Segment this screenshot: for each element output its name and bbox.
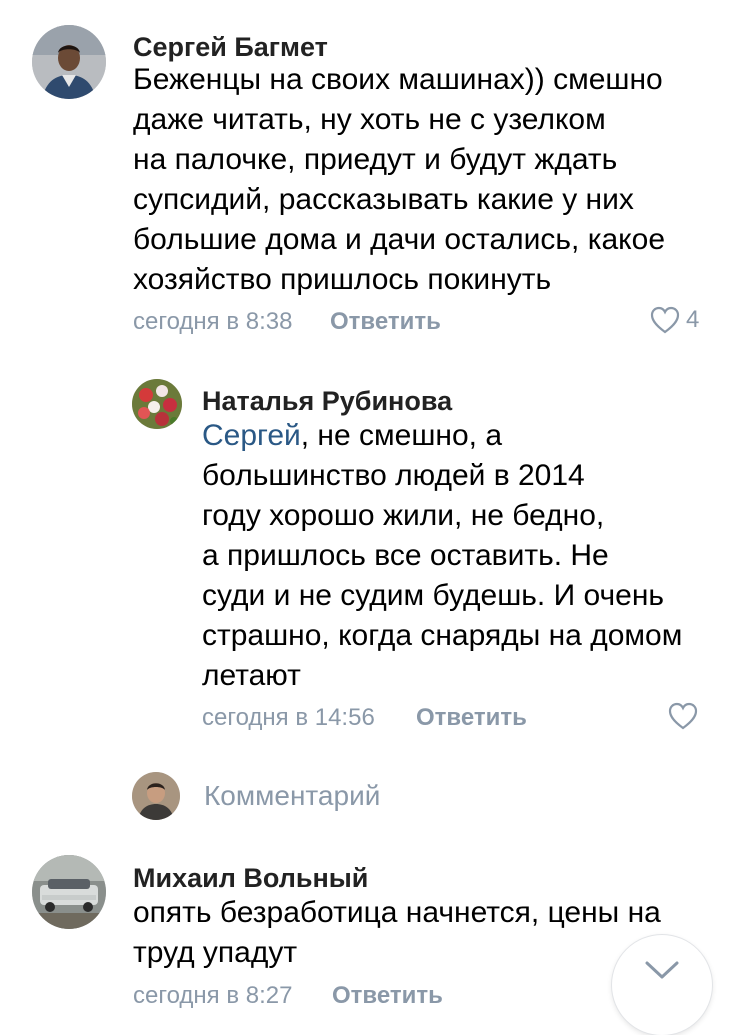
comment-line: на палочке, приедут и будут ждать [133, 143, 618, 176]
comment-line: хозяйство пришлось покинуть [133, 263, 552, 296]
avatar [132, 772, 180, 820]
comment-author[interactable]: Сергей Багмет [133, 32, 328, 63]
comment-line-rest: , не смешно, а [300, 419, 503, 452]
comment-input[interactable]: Комментарий [204, 780, 380, 812]
chevron-down-icon [645, 961, 679, 979]
person-photo-avatar-icon [32, 25, 106, 99]
comment-timestamp: сегодня в 8:38 [133, 308, 293, 335]
comment-line: большинство людей в 2014 [202, 459, 585, 492]
avatar[interactable] [132, 379, 182, 429]
comment-timestamp: сегодня в 14:56 [202, 704, 375, 731]
comment-line: труд упадут [133, 936, 298, 969]
comment-line: суди и не судим будешь. И очень [202, 579, 665, 612]
comment-line: а пришлось все оставить. Не [202, 539, 609, 572]
scroll-down-button[interactable] [612, 935, 712, 1035]
comment-line: супсидий, рассказывать какие у них [133, 183, 634, 216]
mention-link[interactable]: Сергей [202, 419, 301, 452]
user-photo-avatar-icon [132, 772, 180, 820]
comment-line: страшно, когда снаряды на домом [202, 619, 683, 652]
avatar[interactable] [32, 25, 106, 99]
comment-line: Сергей, не смешно, а [202, 416, 682, 456]
comment-line: даже читать, ну хоть не с узелком [133, 103, 606, 136]
reply-button[interactable]: Ответить [416, 704, 527, 732]
heart-icon [650, 306, 680, 334]
comment-line: летают [202, 659, 301, 692]
comment-text: опять безработица начнется, цены на труд… [133, 893, 661, 973]
avatar[interactable] [32, 855, 106, 929]
flowers-photo-avatar-icon [132, 379, 182, 429]
comment-text: Сергей, не смешно, а большинство людей в… [202, 416, 682, 696]
comment-line: опять безработица начнется, цены на [133, 896, 661, 929]
comment-line: Беженцы на своих машинах)) смешно [133, 63, 663, 96]
like-count: 4 [686, 306, 700, 333]
like-button[interactable]: 4 [650, 306, 699, 334]
comment-text: Беженцы на своих машинах)) смешно даже ч… [133, 60, 665, 300]
car-photo-avatar-icon [32, 855, 106, 929]
comment-timestamp: сегодня в 8:27 [133, 982, 293, 1009]
heart-icon [668, 702, 698, 730]
comment-author[interactable]: Михаил Вольный [133, 863, 368, 894]
comment-line: году хорошо жили, не бедно, [202, 499, 605, 532]
like-button[interactable] [668, 702, 698, 730]
reply-button[interactable]: Ответить [332, 982, 443, 1010]
reply-button[interactable]: Ответить [330, 308, 441, 336]
comment-line: большие дома и дачи остались, какое [133, 223, 666, 256]
comment-author[interactable]: Наталья Рубинова [202, 386, 452, 417]
